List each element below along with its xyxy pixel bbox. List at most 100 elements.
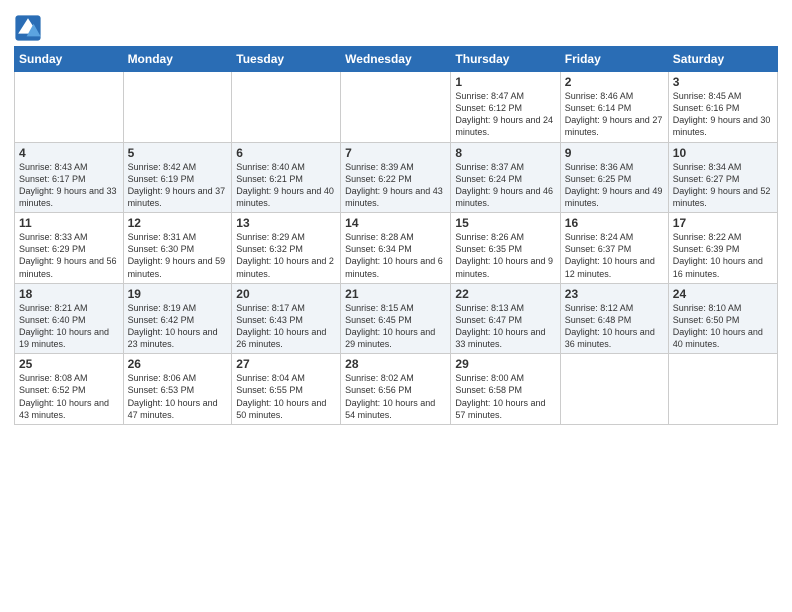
day-number: 22 — [455, 287, 555, 301]
week-row-4: 25Sunrise: 8:08 AM Sunset: 6:52 PM Dayli… — [15, 354, 778, 425]
day-info: Sunrise: 8:02 AM Sunset: 6:56 PM Dayligh… — [345, 372, 446, 421]
day-info: Sunrise: 8:08 AM Sunset: 6:52 PM Dayligh… — [19, 372, 119, 421]
day-number: 25 — [19, 357, 119, 371]
calendar-cell: 12Sunrise: 8:31 AM Sunset: 6:30 PM Dayli… — [123, 213, 232, 284]
day-info: Sunrise: 8:36 AM Sunset: 6:25 PM Dayligh… — [565, 161, 664, 210]
day-info: Sunrise: 8:28 AM Sunset: 6:34 PM Dayligh… — [345, 231, 446, 280]
calendar-cell — [668, 354, 777, 425]
day-info: Sunrise: 8:34 AM Sunset: 6:27 PM Dayligh… — [673, 161, 773, 210]
calendar-cell: 1Sunrise: 8:47 AM Sunset: 6:12 PM Daylig… — [451, 72, 560, 143]
day-number: 5 — [128, 146, 228, 160]
col-header-sunday: Sunday — [15, 47, 124, 72]
calendar-cell: 5Sunrise: 8:42 AM Sunset: 6:19 PM Daylig… — [123, 142, 232, 213]
day-info: Sunrise: 8:26 AM Sunset: 6:35 PM Dayligh… — [455, 231, 555, 280]
calendar-cell: 25Sunrise: 8:08 AM Sunset: 6:52 PM Dayli… — [15, 354, 124, 425]
logo — [14, 14, 44, 42]
calendar-cell — [560, 354, 668, 425]
day-info: Sunrise: 8:47 AM Sunset: 6:12 PM Dayligh… — [455, 90, 555, 139]
calendar-cell: 20Sunrise: 8:17 AM Sunset: 6:43 PM Dayli… — [232, 283, 341, 354]
page: SundayMondayTuesdayWednesdayThursdayFrid… — [0, 0, 792, 431]
day-info: Sunrise: 8:43 AM Sunset: 6:17 PM Dayligh… — [19, 161, 119, 210]
calendar-cell: 21Sunrise: 8:15 AM Sunset: 6:45 PM Dayli… — [341, 283, 451, 354]
day-info: Sunrise: 8:31 AM Sunset: 6:30 PM Dayligh… — [128, 231, 228, 280]
calendar-cell: 26Sunrise: 8:06 AM Sunset: 6:53 PM Dayli… — [123, 354, 232, 425]
day-number: 13 — [236, 216, 336, 230]
calendar-cell: 10Sunrise: 8:34 AM Sunset: 6:27 PM Dayli… — [668, 142, 777, 213]
day-number: 15 — [455, 216, 555, 230]
calendar-cell: 27Sunrise: 8:04 AM Sunset: 6:55 PM Dayli… — [232, 354, 341, 425]
calendar-cell: 14Sunrise: 8:28 AM Sunset: 6:34 PM Dayli… — [341, 213, 451, 284]
col-header-wednesday: Wednesday — [341, 47, 451, 72]
day-number: 10 — [673, 146, 773, 160]
day-number: 2 — [565, 75, 664, 89]
day-info: Sunrise: 8:19 AM Sunset: 6:42 PM Dayligh… — [128, 302, 228, 351]
calendar-cell: 15Sunrise: 8:26 AM Sunset: 6:35 PM Dayli… — [451, 213, 560, 284]
day-number: 19 — [128, 287, 228, 301]
day-number: 20 — [236, 287, 336, 301]
calendar-cell: 2Sunrise: 8:46 AM Sunset: 6:14 PM Daylig… — [560, 72, 668, 143]
day-number: 14 — [345, 216, 446, 230]
day-info: Sunrise: 8:10 AM Sunset: 6:50 PM Dayligh… — [673, 302, 773, 351]
calendar-cell: 24Sunrise: 8:10 AM Sunset: 6:50 PM Dayli… — [668, 283, 777, 354]
day-info: Sunrise: 8:22 AM Sunset: 6:39 PM Dayligh… — [673, 231, 773, 280]
calendar-cell — [123, 72, 232, 143]
calendar-cell: 23Sunrise: 8:12 AM Sunset: 6:48 PM Dayli… — [560, 283, 668, 354]
calendar-cell: 19Sunrise: 8:19 AM Sunset: 6:42 PM Dayli… — [123, 283, 232, 354]
day-number: 16 — [565, 216, 664, 230]
calendar-cell: 3Sunrise: 8:45 AM Sunset: 6:16 PM Daylig… — [668, 72, 777, 143]
calendar-cell: 4Sunrise: 8:43 AM Sunset: 6:17 PM Daylig… — [15, 142, 124, 213]
logo-icon — [14, 14, 42, 42]
calendar-cell: 9Sunrise: 8:36 AM Sunset: 6:25 PM Daylig… — [560, 142, 668, 213]
day-info: Sunrise: 8:15 AM Sunset: 6:45 PM Dayligh… — [345, 302, 446, 351]
day-info: Sunrise: 8:06 AM Sunset: 6:53 PM Dayligh… — [128, 372, 228, 421]
day-info: Sunrise: 8:40 AM Sunset: 6:21 PM Dayligh… — [236, 161, 336, 210]
calendar-cell — [15, 72, 124, 143]
calendar-cell — [232, 72, 341, 143]
calendar-cell: 8Sunrise: 8:37 AM Sunset: 6:24 PM Daylig… — [451, 142, 560, 213]
day-info: Sunrise: 8:04 AM Sunset: 6:55 PM Dayligh… — [236, 372, 336, 421]
day-number: 18 — [19, 287, 119, 301]
day-info: Sunrise: 8:33 AM Sunset: 6:29 PM Dayligh… — [19, 231, 119, 280]
day-info: Sunrise: 8:45 AM Sunset: 6:16 PM Dayligh… — [673, 90, 773, 139]
day-number: 3 — [673, 75, 773, 89]
day-number: 27 — [236, 357, 336, 371]
header — [14, 10, 778, 42]
day-info: Sunrise: 8:00 AM Sunset: 6:58 PM Dayligh… — [455, 372, 555, 421]
calendar-cell: 16Sunrise: 8:24 AM Sunset: 6:37 PM Dayli… — [560, 213, 668, 284]
day-info: Sunrise: 8:37 AM Sunset: 6:24 PM Dayligh… — [455, 161, 555, 210]
day-number: 29 — [455, 357, 555, 371]
day-info: Sunrise: 8:13 AM Sunset: 6:47 PM Dayligh… — [455, 302, 555, 351]
calendar-cell: 18Sunrise: 8:21 AM Sunset: 6:40 PM Dayli… — [15, 283, 124, 354]
day-number: 28 — [345, 357, 446, 371]
week-row-0: 1Sunrise: 8:47 AM Sunset: 6:12 PM Daylig… — [15, 72, 778, 143]
day-info: Sunrise: 8:17 AM Sunset: 6:43 PM Dayligh… — [236, 302, 336, 351]
col-header-monday: Monday — [123, 47, 232, 72]
day-info: Sunrise: 8:46 AM Sunset: 6:14 PM Dayligh… — [565, 90, 664, 139]
week-row-2: 11Sunrise: 8:33 AM Sunset: 6:29 PM Dayli… — [15, 213, 778, 284]
day-number: 6 — [236, 146, 336, 160]
header-row: SundayMondayTuesdayWednesdayThursdayFrid… — [15, 47, 778, 72]
calendar-cell: 13Sunrise: 8:29 AM Sunset: 6:32 PM Dayli… — [232, 213, 341, 284]
day-number: 4 — [19, 146, 119, 160]
calendar-cell: 11Sunrise: 8:33 AM Sunset: 6:29 PM Dayli… — [15, 213, 124, 284]
col-header-thursday: Thursday — [451, 47, 560, 72]
calendar-cell: 17Sunrise: 8:22 AM Sunset: 6:39 PM Dayli… — [668, 213, 777, 284]
calendar-cell: 29Sunrise: 8:00 AM Sunset: 6:58 PM Dayli… — [451, 354, 560, 425]
day-number: 12 — [128, 216, 228, 230]
day-info: Sunrise: 8:24 AM Sunset: 6:37 PM Dayligh… — [565, 231, 664, 280]
day-number: 9 — [565, 146, 664, 160]
day-number: 7 — [345, 146, 446, 160]
day-number: 11 — [19, 216, 119, 230]
day-number: 1 — [455, 75, 555, 89]
day-number: 24 — [673, 287, 773, 301]
calendar-cell: 6Sunrise: 8:40 AM Sunset: 6:21 PM Daylig… — [232, 142, 341, 213]
day-info: Sunrise: 8:42 AM Sunset: 6:19 PM Dayligh… — [128, 161, 228, 210]
week-row-3: 18Sunrise: 8:21 AM Sunset: 6:40 PM Dayli… — [15, 283, 778, 354]
calendar-table: SundayMondayTuesdayWednesdayThursdayFrid… — [14, 46, 778, 425]
day-number: 23 — [565, 287, 664, 301]
day-number: 21 — [345, 287, 446, 301]
day-info: Sunrise: 8:29 AM Sunset: 6:32 PM Dayligh… — [236, 231, 336, 280]
col-header-tuesday: Tuesday — [232, 47, 341, 72]
day-info: Sunrise: 8:12 AM Sunset: 6:48 PM Dayligh… — [565, 302, 664, 351]
day-number: 8 — [455, 146, 555, 160]
